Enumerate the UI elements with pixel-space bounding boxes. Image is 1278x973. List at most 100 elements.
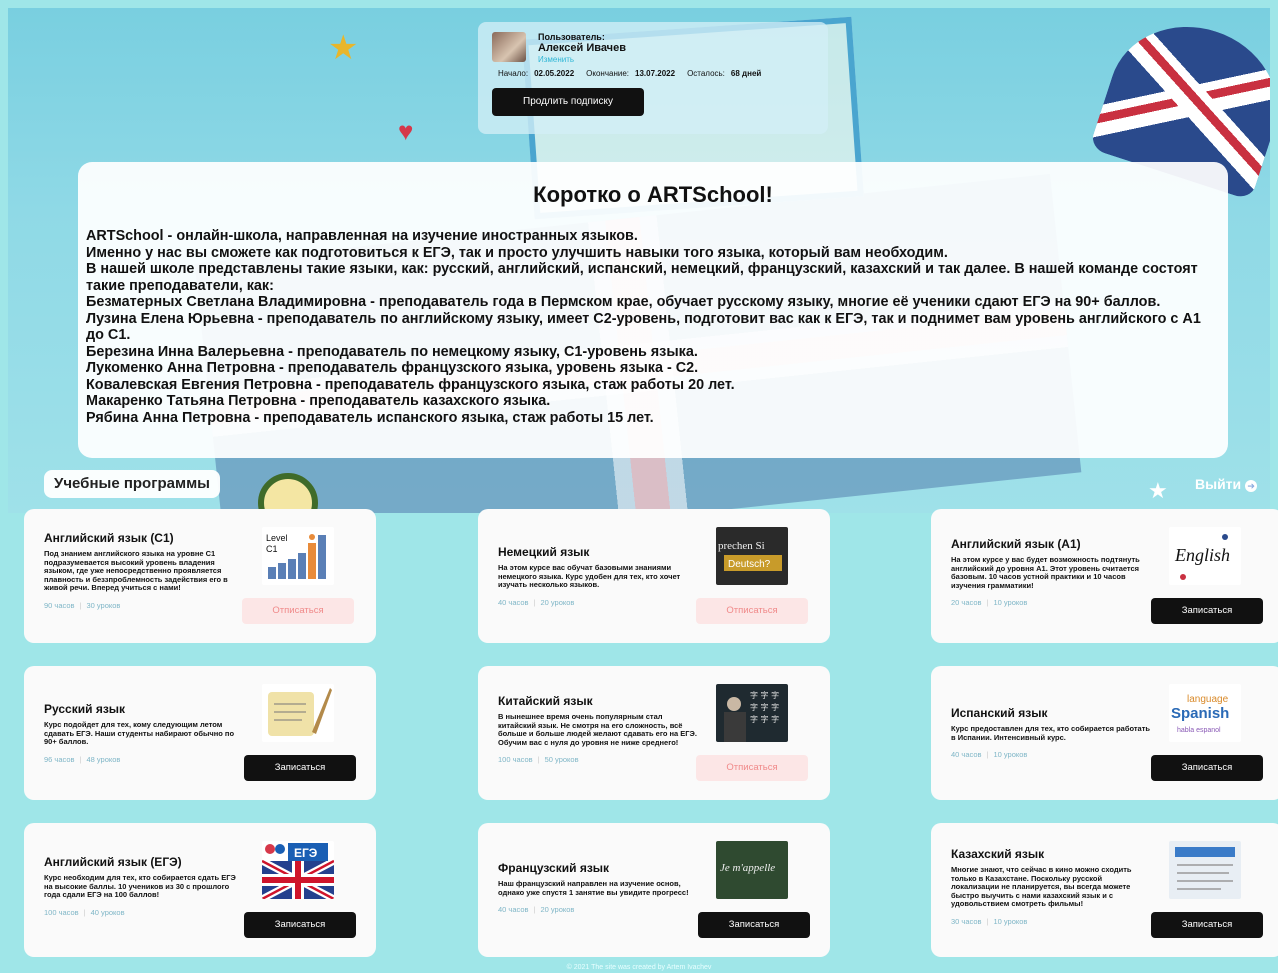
- course-lessons: 10 уроков: [993, 916, 1028, 926]
- svg-text:字 字 字: 字 字 字: [750, 702, 779, 712]
- course-image: Level C1: [262, 527, 334, 585]
- course-hours: 90 часов: [44, 600, 75, 610]
- star-icon: ★: [328, 29, 359, 67]
- course-description: Наш французский направлен на изучение ос…: [498, 879, 689, 897]
- course-lessons: 50 уроков: [544, 755, 579, 765]
- svg-text:English: English: [1174, 545, 1230, 565]
- course-card-english-a1: Английский язык (А1) На этом курсе у вас…: [931, 509, 1278, 643]
- course-image: ЕГЭ: [262, 841, 334, 899]
- about-line: Лузина Елена Юрьевна - преподаватель по …: [86, 310, 1201, 344]
- course-image-text: Level: [266, 533, 288, 543]
- start-value: 02.05.2022: [534, 69, 575, 78]
- unsubscribe-button[interactable]: Отписаться: [696, 755, 808, 781]
- course-image: language Spanish habla espanol: [1169, 684, 1241, 742]
- change-user-link[interactable]: Изменить: [538, 55, 626, 65]
- course-meta: 20 часов | 10 уроков: [951, 598, 1028, 608]
- subscribe-button[interactable]: Записаться: [244, 755, 356, 781]
- svg-text:habla espanol: habla espanol: [1177, 727, 1221, 734]
- programs-heading: Учебные программы: [44, 470, 220, 498]
- about-line: Безматерных Светлана Владимировна - преп…: [86, 294, 1161, 310]
- course-meta: 40 часов | 10 уроков: [951, 750, 1028, 760]
- left-label: Осталось:: [687, 69, 725, 78]
- course-meta: 40 часов | 20 уроков: [498, 905, 575, 915]
- course-meta: 90 часов | 30 уроков: [44, 600, 121, 610]
- start-label: Начало:: [498, 69, 529, 78]
- course-title: Немецкий язык: [498, 545, 590, 559]
- course-meta: 100 часов | 50 уроков: [498, 755, 579, 765]
- end-value: 13.07.2022: [635, 69, 676, 78]
- course-title: Казахский язык: [951, 847, 1045, 861]
- unsubscribe-button[interactable]: Отписаться: [242, 598, 354, 624]
- course-description: На этом курсе вас обучат базовыми знания…: [498, 563, 681, 590]
- course-description: На этом курсе у вас будет возможность по…: [951, 555, 1140, 590]
- course-card-english-c1: Английский язык (С1) Под знанием английс…: [24, 509, 376, 643]
- course-description: Под знанием английского языка на уровне …: [44, 549, 228, 593]
- course-lessons: 20 уроков: [540, 597, 575, 607]
- course-lessons: 10 уроков: [993, 598, 1028, 608]
- course-description: В нынешнее время очень популярным стал к…: [498, 712, 697, 747]
- svg-text:字 字 字: 字 字 字: [750, 690, 779, 700]
- subscribe-button[interactable]: Записаться: [1151, 598, 1263, 624]
- about-title: Коротко о ARTSchool!: [533, 182, 773, 207]
- subscribe-button[interactable]: Записаться: [1151, 755, 1263, 781]
- svg-text:prechen Si: prechen Si: [718, 540, 765, 552]
- about-line: Березина Инна Валерьевна - преподаватель…: [86, 343, 698, 360]
- course-hours: 100 часов: [44, 907, 79, 917]
- course-hours: 40 часов: [498, 905, 529, 915]
- about-line: Именно у нас вы сможете как подготовитьс…: [86, 244, 948, 261]
- course-title: Английский язык (ЕГЭ): [44, 855, 182, 869]
- course-meta: 30 часов | 10 уроков: [951, 916, 1028, 926]
- svg-text:Spanish: Spanish: [1171, 705, 1229, 722]
- logout-label: Выйти: [1195, 476, 1242, 492]
- about-line: Макаренко Татьяна Петровна - преподавате…: [86, 393, 551, 409]
- course-lessons: 40 уроков: [90, 907, 125, 917]
- user-panel: Пользователь: Алексей Ивачев Изменить На…: [478, 22, 828, 134]
- end-label: Окончание:: [586, 69, 630, 78]
- course-image: [1169, 841, 1241, 899]
- subscribe-button[interactable]: Записаться: [244, 912, 356, 938]
- subscription-dates: Начало: 02.05.2022 Окончание: 13.07.2022…: [498, 69, 814, 78]
- course-hours: 40 часов: [498, 597, 529, 607]
- about-line: Рябина Анна Петровна - преподаватель исп…: [86, 409, 654, 426]
- svg-text:language: language: [1187, 694, 1229, 705]
- course-image: prechen Si Deutsch?: [716, 527, 788, 585]
- course-card-german: Немецкий язык На этом курсе вас обучат б…: [478, 509, 830, 643]
- course-title: Китайский язык: [498, 694, 593, 708]
- course-hours: 20 часов: [951, 598, 982, 608]
- subscribe-button[interactable]: Записаться: [698, 912, 810, 938]
- course-description: Курс необходим для тех, кто собирается с…: [44, 873, 236, 900]
- svg-text:字 字 字: 字 字 字: [750, 714, 779, 724]
- course-lessons: 48 уроков: [86, 754, 121, 764]
- subscribe-button[interactable]: Записаться: [1151, 912, 1263, 938]
- course-title: Русский язык: [44, 702, 126, 716]
- unsubscribe-button[interactable]: Отписаться: [696, 598, 808, 624]
- course-meta: 96 часов | 48 уроков: [44, 754, 121, 764]
- course-card-spanish: Испанский язык Курс предоставлен для тех…: [931, 666, 1278, 800]
- left-value: 68 дней: [730, 69, 762, 78]
- course-description: Курс подойдет для тех, кому следующим ле…: [44, 720, 235, 747]
- star-icon: ★: [1148, 478, 1168, 503]
- course-hours: 100 часов: [498, 755, 533, 765]
- about-line: Лукоменко Анна Петровна - преподаватель …: [86, 360, 699, 376]
- course-image: [262, 684, 334, 742]
- course-title: Французский язык: [498, 861, 610, 875]
- course-description: Курс предоставлен для тех, кто собираетс…: [951, 724, 1150, 742]
- course-image: Je m'appelle: [716, 841, 788, 899]
- course-image: English: [1169, 527, 1241, 585]
- course-title: Английский язык (С1): [44, 531, 174, 545]
- about-line: ARTSchool - онлайн-школа, направленная н…: [86, 228, 638, 244]
- footer-copyright: © 2021 The site was created by Artem Iva…: [566, 964, 712, 971]
- svg-text:ЕГЭ: ЕГЭ: [294, 846, 318, 860]
- course-card-french: Французский язык Наш французский направл…: [478, 823, 830, 957]
- course-card-english-ege: Английский язык (ЕГЭ) Курс необходим для…: [24, 823, 376, 957]
- extend-subscription-button[interactable]: Продлить подписку: [492, 88, 644, 116]
- user-caption: Пользователь:: [538, 32, 605, 42]
- course-lessons: 10 уроков: [993, 750, 1028, 760]
- course-card-chinese: Китайский язык В нынешнее время очень по…: [478, 666, 830, 800]
- logout-link[interactable]: Выйти ➔: [1195, 476, 1258, 492]
- course-meta: 40 часов | 20 уроков: [498, 597, 575, 607]
- course-hours: 96 часов: [44, 754, 75, 764]
- svg-text:Deutsch?: Deutsch?: [728, 559, 771, 570]
- course-hours: 40 часов: [951, 750, 982, 760]
- course-lessons: 30 уроков: [86, 600, 121, 610]
